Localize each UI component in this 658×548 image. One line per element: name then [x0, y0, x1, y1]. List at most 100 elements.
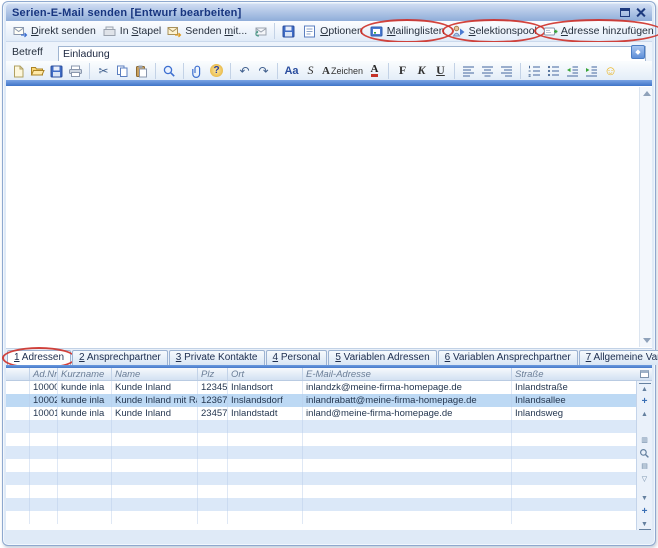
- empty-row: [6, 472, 652, 485]
- column-layout-icon[interactable]: ▥: [639, 435, 651, 446]
- close-icon: [636, 7, 646, 17]
- empty-row: [6, 459, 652, 472]
- open-folder-icon: [30, 64, 45, 78]
- column-chooser-button[interactable]: [636, 368, 652, 380]
- send-later-button[interactable]: [250, 23, 271, 39]
- numbered-list-button[interactable]: [526, 62, 543, 79]
- style-icon: S: [308, 63, 314, 78]
- copy-button[interactable]: [114, 62, 131, 79]
- attach-button[interactable]: [189, 62, 206, 79]
- editor-scrollbar[interactable]: [639, 87, 652, 347]
- tab-ansprechpartner[interactable]: 2 Ansprechpartner: [72, 350, 168, 365]
- selektionspool-button[interactable]: Selektionspool: [448, 23, 540, 39]
- direkt-senden-button[interactable]: Direkt senden: [10, 23, 99, 39]
- scroll-down-icon[interactable]: [643, 338, 651, 343]
- save-button[interactable]: [278, 23, 299, 39]
- font-color-button[interactable]: A: [366, 62, 383, 79]
- print-button[interactable]: [67, 62, 84, 79]
- paste-button[interactable]: [133, 62, 150, 79]
- tab-allgemeine-variablen[interactable]: 7 Allgemeine Variablen: [579, 350, 658, 365]
- redo-button[interactable]: ↷: [255, 62, 272, 79]
- save-icon: [281, 24, 296, 38]
- outdent-icon: [565, 64, 580, 78]
- batch-stack-icon: [102, 24, 117, 38]
- font-button[interactable]: Aa: [283, 62, 300, 79]
- help-button[interactable]: ?: [208, 62, 225, 79]
- toolbar-separator: [183, 63, 184, 79]
- toolbar-separator: [454, 63, 455, 79]
- save-document-button[interactable]: [48, 62, 65, 79]
- serial-email-window: Serien-E-Mail senden [Entwurf bearbeiten…: [2, 1, 656, 546]
- character-button[interactable]: AZeichen: [321, 62, 364, 79]
- underline-icon: U: [436, 63, 445, 78]
- tab-variablen-ansprechpartner[interactable]: 6 Variablen Ansprechpartner: [438, 350, 578, 365]
- column-header-name[interactable]: Name: [112, 368, 198, 380]
- optionen-button[interactable]: Optionen: [299, 23, 366, 39]
- record-next-icon[interactable]: ▼: [639, 493, 651, 504]
- tab-personal[interactable]: 4 Personal: [266, 350, 328, 365]
- column-header-plz[interactable]: Plz: [198, 368, 228, 380]
- numbered-list-icon: [527, 64, 542, 78]
- table-row[interactable]: 10001 kunde inla Kunde Inland 23457 Inla…: [6, 407, 652, 420]
- column-header-kurzname[interactable]: Kurzname: [58, 368, 112, 380]
- align-center-button[interactable]: [479, 62, 496, 79]
- empty-row: [6, 446, 652, 459]
- adresse-hinzufuegen-button[interactable]: Adresse hinzufügen: [540, 23, 657, 39]
- record-first-icon[interactable]: ▲: [639, 383, 651, 394]
- subject-input[interactable]: [58, 46, 646, 62]
- mailinglisten-button[interactable]: Mailinglisten: [366, 23, 448, 39]
- open-button[interactable]: [29, 62, 46, 79]
- column-header-adnr[interactable]: Ad.Nr: [30, 368, 58, 380]
- smiley-button[interactable]: ☺: [602, 62, 619, 79]
- toolbar-separator: [520, 63, 521, 79]
- bold-button[interactable]: F: [394, 62, 411, 79]
- indent-button[interactable]: [583, 62, 600, 79]
- align-right-icon: [499, 64, 514, 78]
- copy-icon: [115, 64, 130, 78]
- search-button[interactable]: [161, 62, 178, 79]
- table-row-selected[interactable]: 10002 kunde inla Kunde Inland mit Rabatt…: [6, 394, 652, 407]
- italic-button[interactable]: K: [413, 62, 430, 79]
- column-header-ort[interactable]: Ort: [228, 368, 303, 380]
- subject-combobox: ◆: [58, 44, 646, 60]
- cut-button[interactable]: ✂: [95, 62, 112, 79]
- tab-adressen[interactable]: 1 Adressen: [7, 350, 71, 365]
- email-body-editor[interactable]: [6, 86, 652, 349]
- align-left-button[interactable]: [460, 62, 477, 79]
- in-stapel-button[interactable]: In Stapel: [99, 23, 164, 39]
- undo-button[interactable]: ↶: [236, 62, 253, 79]
- options-icon: [302, 24, 317, 38]
- senden-mit-button[interactable]: Senden mit...: [164, 23, 250, 39]
- record-append-icon[interactable]: +: [639, 506, 651, 517]
- record-prev-icon[interactable]: ▲: [639, 409, 651, 420]
- bullet-list-button[interactable]: [545, 62, 562, 79]
- toolbar-separator: [230, 63, 231, 79]
- restore-button[interactable]: [620, 4, 630, 22]
- printer-icon: [68, 64, 83, 78]
- underline-button[interactable]: U: [432, 62, 449, 79]
- record-last-icon[interactable]: ▼: [639, 519, 651, 530]
- filter-icon[interactable]: ▽: [639, 474, 651, 485]
- record-insert-icon[interactable]: +: [639, 396, 651, 407]
- tab-variablen-adressen[interactable]: 5 Variablen Adressen: [328, 350, 436, 365]
- toolbar-separator: [277, 63, 278, 79]
- align-right-button[interactable]: [498, 62, 515, 79]
- sort-icon[interactable]: ▤: [639, 461, 651, 472]
- optionen-label: Optionen: [320, 25, 363, 37]
- selektionspool-label: Selektionspool: [469, 25, 537, 37]
- scroll-up-icon[interactable]: [643, 91, 651, 96]
- search-record-icon[interactable]: [639, 448, 651, 459]
- style-button[interactable]: S: [302, 62, 319, 79]
- new-document-button[interactable]: [10, 62, 27, 79]
- close-button[interactable]: [636, 4, 646, 22]
- font-color-icon: A: [371, 64, 379, 77]
- outdent-button[interactable]: [564, 62, 581, 79]
- tab-private-kontakte[interactable]: 3 Private Kontakte: [169, 350, 265, 365]
- table-row[interactable]: 10000 kunde inla Kunde Inland 12345 Inla…: [6, 381, 652, 394]
- column-header-email[interactable]: E-Mail-Adresse: [303, 368, 512, 380]
- character-a-icon: A: [322, 65, 330, 77]
- column-header-strasse[interactable]: Straße: [512, 368, 636, 380]
- subject-dropdown-button[interactable]: ◆: [631, 45, 645, 59]
- dropdown-arrow-icon: ◆: [635, 49, 640, 56]
- empty-row: [6, 485, 652, 498]
